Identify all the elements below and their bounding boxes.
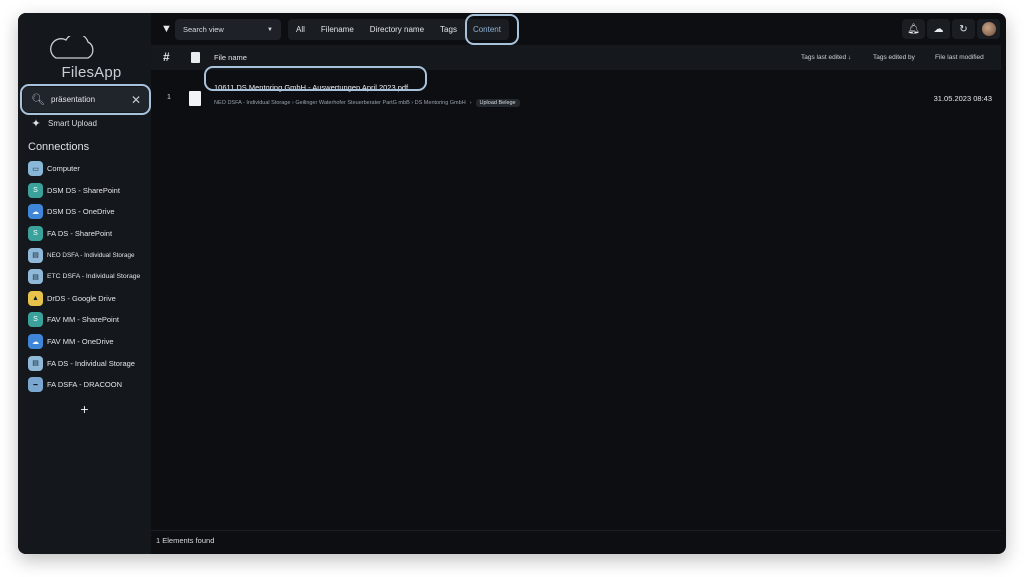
view-select[interactable]: Search view ▼ [175, 19, 281, 40]
chevron-down-icon: ▼ [267, 26, 273, 33]
results-table: # File name Tags last edited ↓ Tags edit… [151, 45, 1001, 551]
column-file-last-modified[interactable]: File last modified [935, 45, 984, 70]
connection-drds-google-drive[interactable]: ▲ DrDS - Google Drive [28, 288, 150, 310]
smart-upload-button[interactable]: ✦ Smart Upload [30, 117, 97, 130]
connection-label: NEO DSFA - Individual Storage [47, 251, 135, 259]
cloud-icon[interactable]: ☁ [927, 19, 950, 39]
connection-computer[interactable]: ▭ Computer [28, 158, 150, 180]
avatar [981, 22, 996, 36]
sparkle-icon: ✦ [31, 118, 41, 130]
sharepoint-icon: S [28, 312, 43, 328]
sharepoint-icon: S [28, 182, 43, 198]
app-window: FilesApp 🔍︎ präsentation ✕ ✦ Smart Uploa… [18, 13, 1006, 554]
dracoon-icon: ━ [28, 377, 43, 393]
sharepoint-icon: S [28, 226, 43, 242]
connection-dsm-ds-sharepoint[interactable]: S DSM DS - SharePoint [28, 180, 150, 202]
connection-fav-mm-sharepoint[interactable]: S FAV MM - SharePoint [28, 309, 150, 331]
tab-all[interactable]: All [288, 19, 313, 40]
content-tab-highlight [465, 14, 519, 45]
tab-tags[interactable]: Tags [432, 19, 465, 40]
connections-list: ▭ Computer S DSM DS - SharePoint ☁ DSM DS -… [28, 158, 150, 396]
toolbar: ▼ Search view ▼ All Filename Directory n… [151, 13, 1006, 45]
connection-label: DrDS - Google Drive [47, 293, 116, 303]
connection-label: ETC DSFA - Individual Storage [47, 273, 141, 281]
connection-label: DSM DS - SharePoint [47, 185, 120, 195]
document-icon [189, 91, 201, 106]
refresh-icon[interactable]: ↻ [952, 19, 975, 39]
column-index: # [163, 50, 170, 64]
connection-label: FA DSFA - DRACOON [47, 380, 123, 390]
connection-label: FA DS - Individual Storage [47, 358, 135, 368]
breadcrumb: NEO DSFA - Individual Storage › Geilinge… [214, 99, 520, 107]
connection-fa-ds-storage[interactable]: ▤ FA DS - Individual Storage [28, 352, 150, 374]
column-tags-last-edited[interactable]: Tags last edited ↓ [801, 45, 851, 70]
column-label: Tags last edited [801, 54, 847, 61]
user-menu[interactable] [977, 19, 1000, 39]
filter-icon[interactable]: ▼ [161, 23, 172, 35]
row-index: 1 [167, 94, 171, 101]
add-connection-button[interactable]: + [18, 401, 151, 417]
connection-fa-dsfa-dracoon[interactable]: ━ FA DSFA - DRACOON [28, 374, 150, 396]
sort-descending-icon: ↓ [847, 54, 852, 61]
toolbar-actions: 🔔︎ ☁ ↻ [902, 19, 1000, 39]
connection-label: FAV MM - OneDrive [47, 337, 114, 347]
connection-label: FAV MM - SharePoint [47, 315, 119, 325]
connection-fav-mm-onedrive[interactable]: ☁ FAV MM - OneDrive [28, 331, 150, 353]
google-drive-icon: ▲ [28, 290, 43, 306]
app-logo-text: FilesApp [61, 64, 122, 81]
connection-label: DSM DS - OneDrive [47, 207, 115, 217]
connection-label: Computer [47, 164, 80, 174]
tab-directory-name[interactable]: Directory name [362, 19, 432, 40]
connection-fa-ds-sharepoint[interactable]: S FA DS - SharePoint [28, 223, 150, 245]
computer-icon: ▭ [28, 161, 43, 177]
connection-etc-dsfa-storage[interactable]: ▤ ETC DSFA - Individual Storage [28, 266, 150, 288]
connections-heading: Connections [28, 141, 90, 153]
path-text: NEO DSFA - Individual Storage › Geilinge… [214, 100, 466, 106]
connection-neo-dsfa-storage[interactable]: ▤ NEO DSFA - Individual Storage [28, 244, 150, 266]
onedrive-icon: ☁ [28, 204, 43, 220]
bell-icon[interactable]: 🔔︎ [902, 19, 925, 39]
smart-upload-label: Smart Upload [48, 119, 97, 128]
storage-icon: ▤ [28, 247, 43, 263]
file-modified-date: 31.05.2023 08:43 [933, 94, 992, 103]
status-bar: 1 Elements found [151, 530, 1001, 550]
column-tags-edited-by[interactable]: Tags edited by [873, 45, 915, 70]
connection-label: FA DS - SharePoint [47, 229, 113, 239]
filename-highlight [204, 66, 427, 91]
search-highlight [20, 84, 151, 115]
view-select-label: Search view [183, 25, 224, 34]
file-icon [191, 52, 200, 63]
connection-dsm-ds-onedrive[interactable]: ☁ DSM DS - OneDrive [28, 201, 150, 223]
onedrive-icon: ☁ [28, 334, 43, 350]
storage-icon: ▤ [28, 269, 43, 285]
cloud-logo-icon [50, 36, 94, 59]
path-last-folder[interactable]: Upload Belege [475, 99, 520, 107]
storage-icon: ▤ [28, 355, 43, 371]
tab-filename[interactable]: Filename [313, 19, 362, 40]
